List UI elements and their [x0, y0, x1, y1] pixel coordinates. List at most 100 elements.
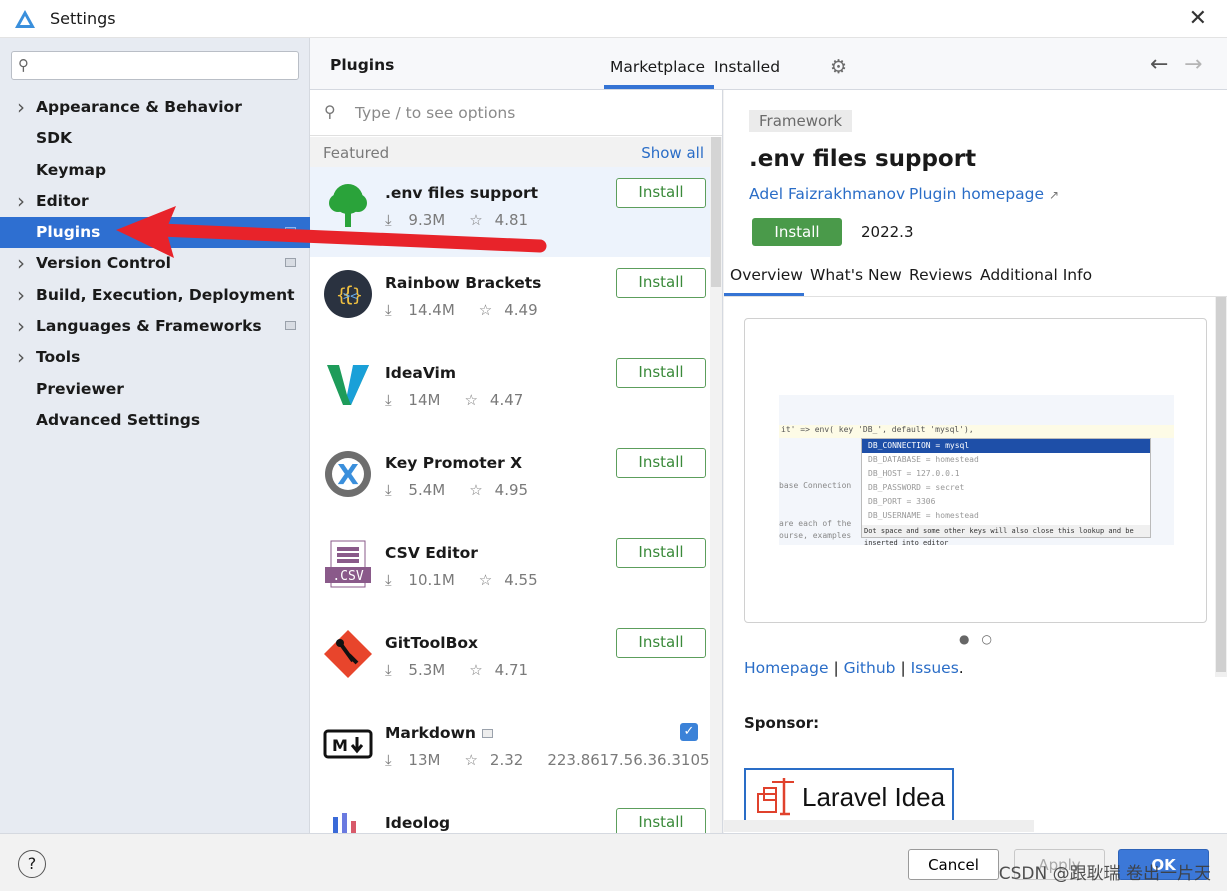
- download-count: 5.3M: [408, 661, 446, 679]
- plugin-list-item[interactable]: M Markdown ⤓ 13M ☆ 2.32 223.8617.56.36.310501…: [310, 707, 722, 797]
- chevron-right-icon[interactable]: ›: [17, 280, 25, 311]
- plugins-title: Plugins: [330, 56, 395, 74]
- tab-marketplace[interactable]: Marketplace: [610, 58, 705, 76]
- screenshot-side-text-2: are each of the: [779, 519, 852, 528]
- sidebar-item-tools[interactable]: › Tools: [0, 342, 310, 373]
- star-icon: ☆: [469, 661, 483, 679]
- download-icon: ⤓: [385, 571, 392, 589]
- enabled-checkbox[interactable]: ✓: [680, 723, 698, 741]
- chevron-right-icon[interactable]: ›: [17, 311, 25, 342]
- tab-reviews[interactable]: Reviews: [909, 266, 972, 284]
- sidebar-item-languages-frameworks[interactable]: › Languages & Frameworks: [0, 311, 310, 342]
- plugin-name: Markdown: [385, 724, 493, 742]
- install-button[interactable]: Install: [616, 178, 706, 208]
- show-all-link[interactable]: Show all: [641, 144, 704, 162]
- plugin-list-item[interactable]: .CSV CSV Editor ⤓ 10.1M ☆ 4.55 Install: [310, 527, 710, 617]
- plugin-detail-pane: Framework .env files support Adel Faizra…: [724, 90, 1227, 833]
- search-icon: ⚲: [18, 56, 29, 74]
- sidebar-item-version-control[interactable]: › Version Control: [0, 248, 310, 279]
- plugin-name-text: .env files support: [385, 184, 539, 202]
- close-icon[interactable]: ✕: [1189, 6, 1207, 31]
- tab-whats-new[interactable]: What's New: [810, 266, 902, 284]
- tab-additional-info[interactable]: Additional Info: [980, 266, 1092, 284]
- plugin-list-item[interactable]: Ideolog Install: [310, 797, 710, 833]
- settings-nav: › Appearance & Behavior SDK Keymap › Editor Pl…: [0, 92, 310, 436]
- completion-item: DB_CONNECTION = mysql: [862, 439, 1150, 453]
- svg-text:.CSV: .CSV: [332, 569, 363, 584]
- sidebar-item-plugins[interactable]: Plugins: [0, 217, 310, 249]
- plugin-list-item[interactable]: {{} >< Rainbow Brackets ⤓ 14.4M ☆ 4.49 Install: [310, 257, 710, 347]
- sidebar-item-appearance-behavior[interactable]: › Appearance & Behavior: [0, 92, 310, 123]
- plugin-version: 223.8617.56.36.310501: [547, 751, 723, 769]
- chevron-right-icon[interactable]: ›: [17, 342, 25, 373]
- detail-install-button[interactable]: Install: [752, 218, 842, 246]
- install-button[interactable]: Install: [616, 448, 706, 478]
- settings-search-input[interactable]: ⚲: [11, 51, 299, 80]
- author-link[interactable]: Adel Faizrakhmanov: [749, 185, 905, 203]
- github-link[interactable]: Github: [844, 659, 896, 677]
- install-button[interactable]: Install: [616, 268, 706, 298]
- forward-arrow-icon[interactable]: →: [1184, 52, 1202, 77]
- sidebar-item-previewer[interactable]: Previewer: [0, 374, 310, 405]
- plugin-list-scrollbar[interactable]: [710, 137, 722, 833]
- screenshot-side-text-1: base Connection: [779, 481, 852, 490]
- download-icon: ⤓: [385, 481, 392, 499]
- plugin-name: CSV Editor: [385, 544, 478, 562]
- screenshot-carousel[interactable]: it' => env( key 'DB_', default 'mysql'),…: [744, 318, 1207, 623]
- issues-link[interactable]: Issues: [911, 659, 959, 677]
- plugin-name: IdeaVim: [385, 364, 456, 382]
- completion-item: DB_HOST = 127.0.0.1: [868, 469, 960, 478]
- title-bar: Settings ✕: [0, 0, 1227, 38]
- chevron-right-icon[interactable]: ›: [17, 186, 25, 217]
- plugin-meta: ⤓ 9.3M ☆ 4.81: [385, 211, 552, 229]
- carousel-dot[interactable]: ○: [981, 632, 1003, 646]
- external-link-icon: ↗: [1048, 188, 1060, 202]
- plugin-search-input[interactable]: ⚲ Type / to see options: [310, 90, 722, 136]
- detail-horizontal-scrollbar[interactable]: [724, 820, 1034, 832]
- screenshot-side-text-3: ourse, examples: [779, 531, 852, 540]
- scrollbar-thumb[interactable]: [711, 137, 721, 287]
- sidebar-item-sdk[interactable]: SDK: [0, 123, 310, 154]
- plugin-list-item[interactable]: IdeaVim ⤓ 14M ☆ 4.47 Install: [310, 347, 710, 437]
- featured-label: Featured: [323, 144, 390, 162]
- tab-overview[interactable]: Overview: [730, 266, 803, 284]
- plugin-list-item[interactable]: .env files support ⤓ 9.3M ☆ 4.81 Install: [310, 167, 710, 257]
- plugin-list-item[interactable]: X Key Promoter X ⤓ 5.4M ☆ 4.95 Install: [310, 437, 710, 527]
- plugin-meta: ⤓ 14M ☆ 4.47: [385, 391, 547, 409]
- laravel-crane-icon: [757, 778, 794, 816]
- sidebar-item-advanced-settings[interactable]: Advanced Settings: [0, 405, 310, 436]
- cancel-button[interactable]: Cancel: [908, 849, 999, 880]
- install-button[interactable]: Install: [616, 808, 706, 833]
- carousel-dots[interactable]: ●○: [959, 632, 1004, 646]
- plugin-meta: ⤓ 5.4M ☆ 4.95: [385, 481, 552, 499]
- sidebar-item-build-execution-deployment[interactable]: › Build, Execution, Deployment: [0, 280, 310, 311]
- dialog-footer: ? Cancel Apply OK CSDN @跟耿瑞 卷出一片天: [0, 833, 1227, 891]
- download-icon: ⤓: [385, 391, 392, 409]
- sidebar-item-keymap[interactable]: Keymap: [0, 155, 310, 186]
- plugin-search-placeholder: Type / to see options: [355, 104, 516, 122]
- scrollbar-thumb[interactable]: [1216, 297, 1226, 672]
- carousel-dot-active[interactable]: ●: [959, 632, 981, 646]
- chevron-right-icon[interactable]: ›: [17, 92, 25, 123]
- sidebar-item-editor[interactable]: › Editor: [0, 186, 310, 217]
- plugin-list-item[interactable]: GitToolBox ⤓ 5.3M ☆ 4.71 Install: [310, 617, 710, 707]
- install-button[interactable]: Install: [616, 538, 706, 568]
- rating-value: 4.55: [504, 571, 538, 589]
- link-separator: |: [833, 659, 839, 677]
- plugin-homepage-link[interactable]: Plugin homepage ↗: [909, 185, 1059, 203]
- sidebar-item-label: Advanced Settings: [36, 410, 201, 429]
- detail-scrollbar[interactable]: [1215, 297, 1227, 677]
- gear-icon[interactable]: ⚙: [830, 56, 847, 78]
- chevron-right-icon[interactable]: ›: [17, 248, 25, 279]
- laravel-idea-banner[interactable]: Laravel Idea: [744, 768, 954, 822]
- download-icon: ⤓: [385, 211, 392, 229]
- install-button[interactable]: Install: [616, 358, 706, 388]
- tree-icon: [323, 179, 373, 229]
- rating-value: 4.81: [494, 211, 529, 229]
- homepage-link[interactable]: Homepage: [744, 659, 829, 677]
- install-button[interactable]: Install: [616, 628, 706, 658]
- help-icon[interactable]: ?: [18, 850, 46, 878]
- plugin-version: 2022.3: [861, 223, 914, 241]
- back-arrow-icon[interactable]: ←: [1150, 52, 1168, 77]
- tab-installed[interactable]: Installed: [714, 58, 780, 76]
